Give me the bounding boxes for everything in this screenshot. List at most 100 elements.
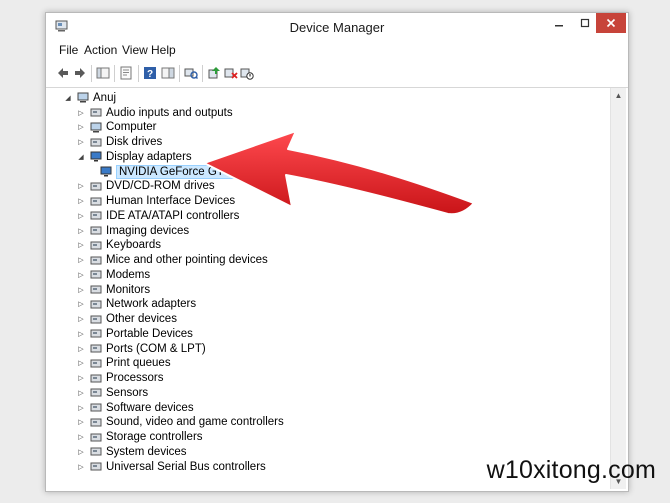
expand-arrow-icon[interactable]: ▷	[76, 271, 86, 279]
tree-item-nvidia-geforce[interactable]: NVIDIA GeForce GT 610	[100, 164, 257, 182]
mouse-icon	[90, 256, 102, 264]
title-bar[interactable]: Device Manager	[46, 13, 628, 41]
selected-device-label[interactable]: NVIDIA GeForce GT 610	[116, 164, 250, 179]
vertical-scrollbar[interactable]: ▲ ▼	[610, 88, 626, 489]
tree-item-printer[interactable]: ▷ Print queues	[76, 356, 170, 371]
tree-item-cpu[interactable]: ▷ Processors	[76, 371, 164, 386]
tree-item-dvd[interactable]: ▷ DVD/CD-ROM drives	[76, 179, 215, 194]
tree-item-label: Display adapters	[106, 150, 192, 163]
watermark-text: w10xitong.com	[486, 456, 656, 484]
tree-item-storage[interactable]: ▷ Storage controllers	[76, 430, 202, 445]
expand-arrow-icon[interactable]: ▷	[76, 330, 86, 338]
expand-arrow-icon[interactable]: ▷	[76, 418, 86, 426]
tree-item-computer[interactable]: ▷ Computer	[76, 120, 156, 135]
tree-item-portable[interactable]: ▷ Portable Devices	[76, 326, 193, 341]
back-arrow-icon	[58, 68, 68, 78]
tree-item-label: IDE ATA/ATAPI controllers	[106, 209, 240, 222]
expand-arrow-icon[interactable]: ▷	[76, 138, 86, 146]
tree-item-label: Disk drives	[106, 136, 163, 148]
tree-item-network[interactable]: ▷ Network adapters	[76, 297, 196, 312]
tree-item-label: DVD/CD-ROM drives	[106, 180, 215, 193]
scan-hardware-button[interactable]	[183, 65, 199, 81]
expand-arrow-icon[interactable]: ▷	[76, 227, 86, 235]
tree-item-label: Audio inputs and outputs	[106, 106, 233, 119]
expand-arrow-icon[interactable]: ▷	[76, 123, 86, 131]
maximize-button[interactable]	[572, 13, 598, 33]
tree-item-label: Other devices	[106, 313, 177, 325]
display-adapter-icon	[100, 166, 112, 177]
tree-item-sensor[interactable]: ▷ Sensors	[76, 385, 148, 400]
show-hide-tree-button[interactable]	[95, 65, 111, 81]
tree-item-unknown-device[interactable]: ▷ Other devices	[76, 312, 177, 327]
tree-item-software[interactable]: ▷ Software devices	[76, 400, 193, 415]
tree-item-camera[interactable]: ▷ Imaging devices	[76, 223, 189, 238]
tree-item-label: Ports (COM & LPT)	[106, 342, 206, 355]
forward-arrow-icon	[75, 68, 85, 78]
properties-button[interactable]	[118, 65, 134, 81]
expand-arrow-icon[interactable]: ▷	[76, 241, 86, 249]
collapse-arrow-icon[interactable]: ◢	[76, 153, 86, 161]
tree-item-monitor[interactable]: ▷ Monitors	[76, 282, 150, 297]
expand-arrow-icon[interactable]: ▷	[76, 359, 86, 367]
window-title: Device Manager	[289, 20, 385, 35]
expand-arrow-icon[interactable]: ▷	[76, 315, 86, 323]
expand-arrow-icon[interactable]: ▷	[76, 448, 86, 456]
tree-item-hid[interactable]: ▷ Human Interface Devices	[76, 194, 235, 209]
scroll-up-arrow-icon[interactable]: ▲	[611, 88, 626, 103]
tree-item-port[interactable]: ▷ Ports (COM & LPT)	[76, 341, 206, 356]
back-button[interactable]	[55, 65, 71, 81]
menu-bar: File Action View Help	[46, 41, 628, 61]
tree-item-display[interactable]: ◢ Display adapters	[76, 149, 192, 164]
tree-item-sound[interactable]: ▷ Sound, video and game controllers	[76, 415, 283, 430]
menu-action[interactable]: Action	[81, 43, 120, 57]
menu-help[interactable]: Help	[148, 43, 179, 57]
tree-item-label: Processors	[106, 372, 164, 384]
expand-arrow-icon[interactable]: ▷	[76, 463, 86, 471]
expand-arrow-icon[interactable]: ▷	[76, 182, 86, 190]
expand-arrow-icon[interactable]: ▷	[76, 433, 86, 441]
unknown-device-icon	[90, 315, 102, 323]
tree-item-modem[interactable]: ▷ Modems	[76, 267, 150, 282]
tree-item-speaker[interactable]: ▷ Audio inputs and outputs	[76, 105, 233, 120]
device-tree[interactable]: ◢ Anuj ▷ Audio inputs and outputs ▷ Compute…	[48, 88, 610, 489]
expand-arrow-icon[interactable]: ▷	[76, 212, 86, 220]
update-driver-icon	[208, 67, 220, 79]
collapse-arrow-icon[interactable]: ◢	[63, 94, 73, 102]
cpu-icon	[90, 374, 102, 382]
expand-arrow-icon[interactable]: ▷	[76, 109, 86, 117]
minimize-button[interactable]	[546, 13, 572, 33]
action-pane-icon	[161, 67, 175, 79]
expand-arrow-icon[interactable]: ▷	[76, 256, 86, 264]
tree-item-keyboard[interactable]: ▷ Keyboards	[76, 238, 161, 253]
tree-item-label: Mice and other pointing devices	[106, 254, 268, 266]
tree-item-mouse[interactable]: ▷ Mice and other pointing devices	[76, 253, 268, 268]
menu-view[interactable]: View	[119, 43, 151, 57]
tree-root[interactable]: ◢ Anuj	[63, 90, 116, 105]
tree-item-system[interactable]: ▷ System devices	[76, 444, 186, 459]
tree-item-disk[interactable]: ▷ Disk drives	[76, 135, 162, 150]
expand-arrow-icon[interactable]: ▷	[76, 345, 86, 353]
expand-arrow-icon[interactable]: ▷	[76, 404, 86, 412]
help-button[interactable]: ?	[142, 65, 158, 81]
tree-item-ide[interactable]: ▷ IDE ATA/ATAPI controllers	[76, 208, 239, 223]
tree-item-label: Human Interface Devices	[106, 195, 236, 207]
expand-arrow-icon[interactable]: ▷	[76, 389, 86, 397]
menu-file[interactable]: File	[56, 43, 81, 57]
update-driver-button[interactable]	[206, 65, 222, 81]
expand-arrow-icon[interactable]: ▷	[76, 374, 86, 382]
toolbar-separator	[179, 65, 180, 82]
tree-item-usb[interactable]: ▷ Universal Serial Bus controllers	[76, 459, 266, 474]
disable-device-button[interactable]	[239, 65, 255, 81]
uninstall-device-button[interactable]	[223, 65, 239, 81]
action-pane-button[interactable]	[160, 65, 176, 81]
expand-arrow-icon[interactable]: ▷	[76, 197, 86, 205]
dvd-icon	[90, 182, 102, 191]
expand-arrow-icon[interactable]: ▷	[76, 300, 86, 308]
expand-arrow-icon[interactable]: ▷	[76, 286, 86, 294]
keyboard-icon	[90, 241, 102, 250]
tree-item-label: Modems	[106, 268, 151, 281]
help-icon: ?	[144, 67, 156, 80]
toolbar-separator	[202, 65, 203, 82]
forward-button[interactable]	[72, 65, 88, 81]
close-button[interactable]	[596, 13, 626, 33]
